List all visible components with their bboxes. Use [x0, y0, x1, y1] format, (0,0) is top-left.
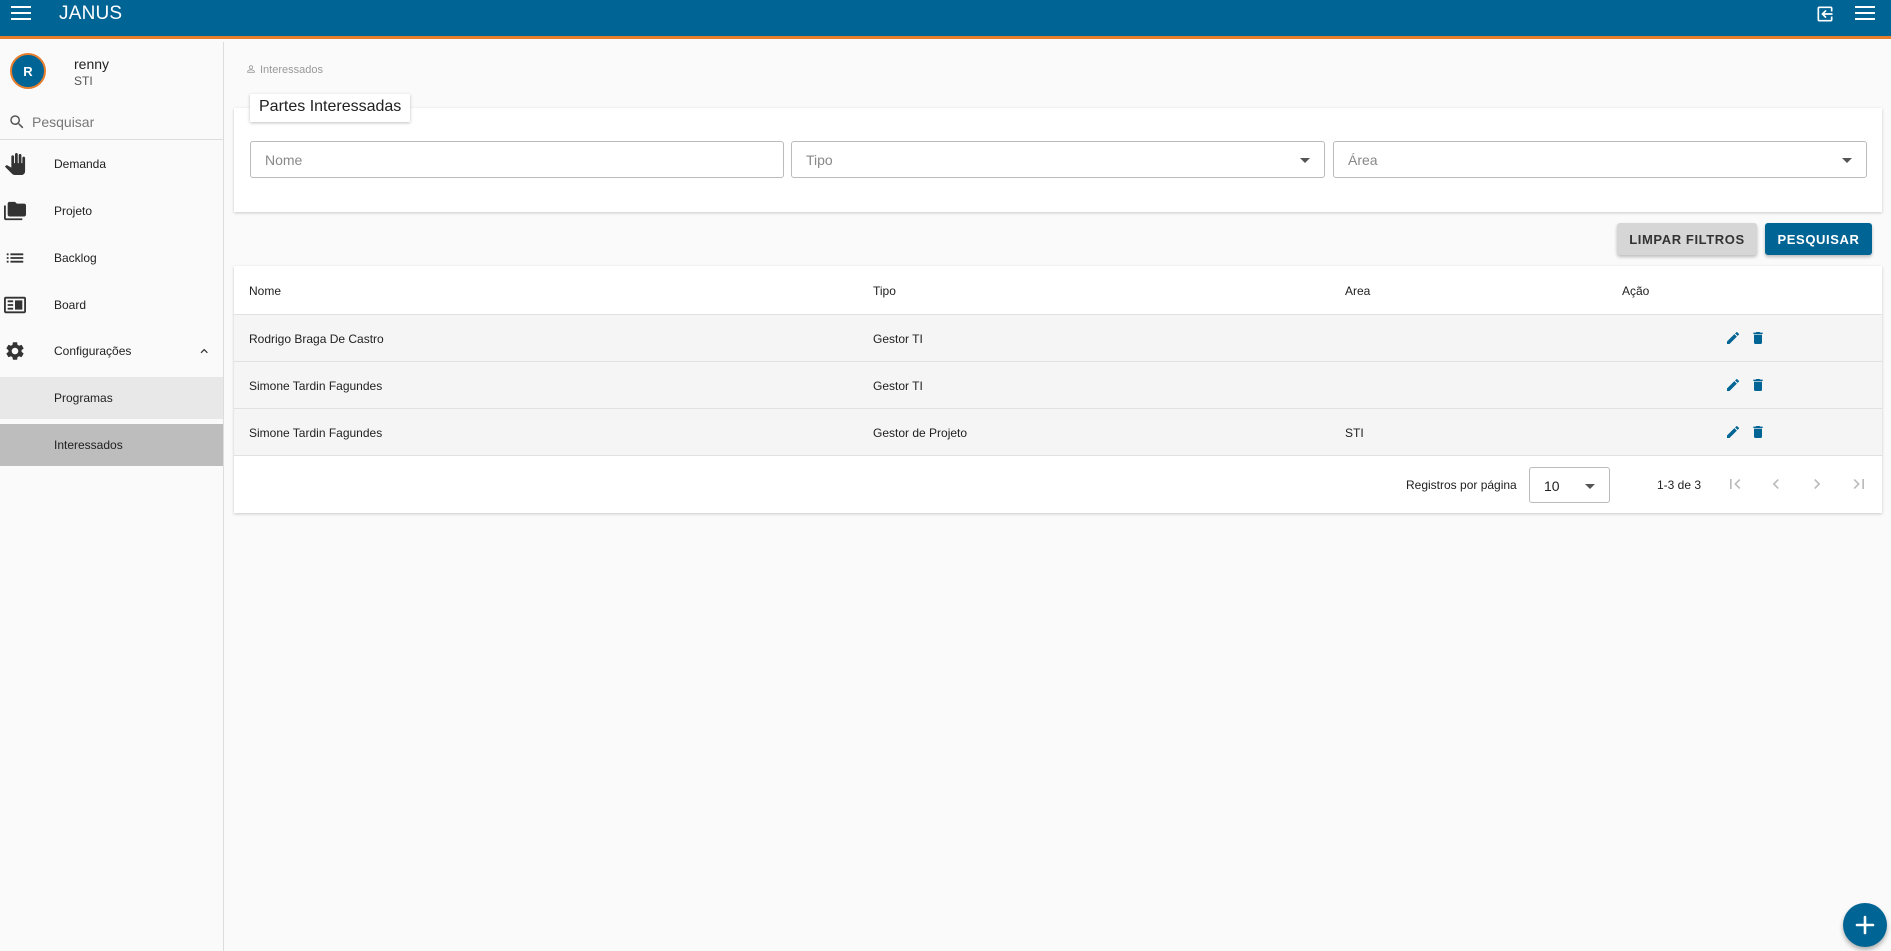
menu-icon[interactable] — [10, 4, 32, 22]
sidebar-item-backlog[interactable]: Backlog — [0, 237, 223, 279]
user-name: renny — [74, 56, 110, 72]
clear-filters-button[interactable]: LIMPAR FILTROS — [1617, 223, 1757, 255]
tipo-placeholder: Tipo — [806, 152, 833, 168]
column-header-nome[interactable]: Nome — [249, 284, 281, 298]
board-icon — [4, 296, 26, 314]
sidebar-item-projeto[interactable]: Projeto — [0, 190, 223, 232]
list-icon — [6, 253, 24, 263]
area-placeholder: Área — [1348, 152, 1378, 168]
search-icon — [10, 115, 24, 129]
plus-icon — [1855, 915, 1875, 935]
trash-icon[interactable] — [1750, 424, 1766, 440]
hand-icon — [4, 153, 26, 175]
logout-icon[interactable] — [1814, 4, 1836, 24]
sidebar-search — [0, 104, 223, 140]
user-profile: R renny STI — [0, 42, 223, 100]
cell-tipo: Gestor TI — [873, 332, 923, 346]
sidebar-item-board[interactable]: Board — [0, 284, 223, 326]
sidebar-item-label: Backlog — [54, 251, 97, 265]
cell-nome: Rodrigo Braga De Castro — [249, 332, 384, 346]
folder-icon — [4, 201, 26, 221]
rows-per-page-label: Registros por página — [1406, 478, 1517, 492]
results-table: Nome Tipo Area Ação Rodrigo Braga De Cas… — [234, 266, 1882, 513]
pencil-icon[interactable] — [1725, 377, 1741, 393]
column-header-acao: Ação — [1622, 284, 1650, 298]
cell-nome: Simone Tardin Fagundes — [249, 379, 383, 393]
breadcrumb-label: Interessados — [260, 64, 323, 76]
table-header: Nome Tipo Area Ação — [234, 266, 1882, 315]
rows-per-page-value: 10 — [1544, 478, 1560, 494]
last-page-icon[interactable] — [1849, 474, 1869, 494]
sidebar-item-label: Configurações — [54, 344, 132, 358]
person-icon — [247, 65, 255, 73]
sidebar-item-configuracoes[interactable]: Configurações — [0, 330, 223, 372]
trash-icon[interactable] — [1750, 330, 1766, 346]
pencil-icon[interactable] — [1725, 330, 1741, 346]
sidebar-item-interessados[interactable]: Interessados — [0, 424, 223, 466]
chevron-up-icon[interactable] — [198, 345, 210, 357]
nome-input[interactable] — [251, 142, 783, 177]
first-page-icon[interactable] — [1725, 474, 1745, 494]
gear-icon — [6, 342, 24, 360]
table-row: Simone Tardin Fagundes Gestor de Projeto… — [234, 409, 1882, 456]
sidebar-item-demanda[interactable]: Demanda — [0, 143, 223, 185]
sidebar-item-programas[interactable]: Programas — [0, 377, 223, 419]
user-department: STI — [74, 74, 93, 88]
column-header-tipo[interactable]: Tipo — [873, 284, 896, 298]
trash-icon[interactable] — [1750, 377, 1766, 393]
dropdown-arrow-icon — [1300, 158, 1310, 163]
cell-area: STI — [1345, 426, 1364, 440]
sidebar-item-label: Projeto — [54, 204, 93, 218]
table-row: Rodrigo Braga De Castro Gestor TI — [234, 315, 1882, 362]
breadcrumb: Interessados — [246, 64, 323, 76]
sidebar-item-label: Demanda — [54, 157, 107, 171]
sidebar: R renny STI Demanda Projeto Backlog Boar… — [0, 42, 224, 951]
search-button[interactable]: PESQUISAR — [1765, 223, 1872, 255]
nome-field[interactable] — [250, 141, 784, 178]
tipo-select[interactable]: Tipo — [791, 141, 1325, 178]
sidebar-search-input[interactable] — [32, 110, 212, 134]
dropdown-arrow-icon — [1585, 484, 1595, 489]
sidebar-item-label: Programas — [54, 391, 113, 405]
rows-per-page-select[interactable]: 10 — [1529, 467, 1610, 503]
sidebar-item-label: Board — [54, 298, 87, 312]
area-select[interactable]: Área — [1333, 141, 1867, 178]
pencil-icon[interactable] — [1725, 424, 1741, 440]
next-page-icon[interactable] — [1807, 474, 1827, 494]
app-title: JANUS — [59, 3, 123, 24]
cell-nome: Simone Tardin Fagundes — [249, 426, 383, 440]
top-app-bar: JANUS — [0, 0, 1891, 39]
sidebar-item-label: Interessados — [54, 438, 123, 452]
more-menu-icon[interactable] — [1855, 5, 1875, 21]
prev-page-icon[interactable] — [1766, 474, 1786, 494]
table-row: Simone Tardin Fagundes Gestor TI — [234, 362, 1882, 409]
page-range: 1-3 de 3 — [1657, 478, 1702, 492]
avatar: R — [10, 53, 46, 89]
page-title: Partes Interessadas — [250, 94, 411, 122]
column-header-area[interactable]: Area — [1345, 284, 1370, 298]
dropdown-arrow-icon — [1842, 158, 1852, 163]
add-button[interactable] — [1843, 903, 1887, 947]
cell-tipo: Gestor de Projeto — [873, 426, 968, 440]
cell-tipo: Gestor TI — [873, 379, 923, 393]
